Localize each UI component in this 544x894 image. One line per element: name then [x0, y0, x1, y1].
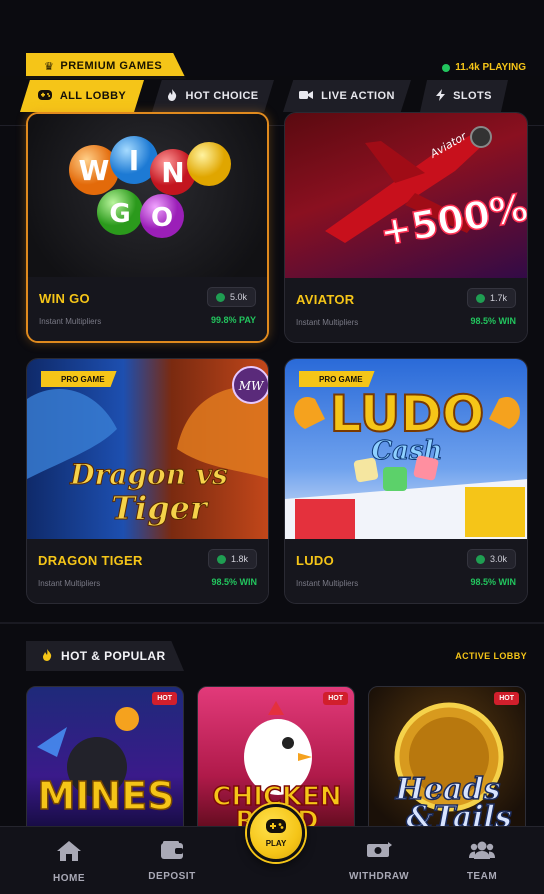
aviator-art: Aviator +500% — [285, 113, 527, 291]
tab-label: SLOTS — [453, 90, 492, 102]
svg-text:Dragon vs: Dragon vs — [69, 458, 228, 491]
card-info: WIN GO 5.0k Instant Multipliers 99.8% PA… — [28, 277, 267, 341]
section-divider — [0, 622, 544, 624]
nav-label: WITHDRAW — [348, 871, 410, 882]
gamepad-icon — [266, 818, 286, 838]
tab-label: HOT CHOICE — [185, 90, 259, 102]
tab-slots[interactable]: SLOTS — [420, 80, 508, 112]
player-count: 1.8k — [207, 549, 257, 569]
svg-text:LUDO: LUDO — [330, 385, 485, 443]
flame-icon — [42, 648, 52, 664]
game-subtitle: Instant Multipliers — [39, 317, 102, 326]
dragon-tiger-art: MW Dragon vs Tiger PRO GAME — [27, 359, 268, 541]
nav-withdraw[interactable]: WITHDRAW — [334, 841, 424, 882]
hot-badge: HOT — [323, 692, 348, 705]
bolt-icon — [436, 88, 446, 104]
mines-art: MINES — [37, 707, 175, 819]
nav-deposit[interactable]: DEPOSIT — [127, 841, 217, 882]
game-name: WIN GO — [39, 291, 90, 306]
game-card-ludo[interactable]: LUDO Cash PRO GAME LUDO 3.0k Instant Mul… — [284, 358, 528, 604]
play-button[interactable]: PLAY — [247, 804, 305, 862]
home-icon — [57, 841, 81, 866]
pro-game-badge: PRO GAME — [299, 371, 375, 387]
game-card-aviator[interactable]: Aviator +500% AVIATOR 1.7k Instant Multi… — [284, 112, 528, 343]
game-subtitle: Instant Multipliers — [296, 318, 359, 327]
win-rate: 98.5% WIN — [211, 577, 257, 587]
nav-team[interactable]: TEAM — [437, 841, 527, 882]
nav-label: HOME — [53, 873, 85, 884]
svg-text:MINES: MINES — [37, 774, 174, 818]
tab-live-action[interactable]: LIVE ACTION — [283, 80, 411, 112]
win-rate: 98.5% WIN — [470, 577, 516, 587]
card-info: LUDO 3.0k Instant Multipliers 98.5% WIN — [285, 539, 527, 603]
section-title: HOT & POPULAR — [61, 649, 166, 663]
win-go-art: W I N G O — [28, 114, 267, 290]
tab-all-lobby[interactable]: ALL LOBBY — [20, 80, 144, 112]
card-info: DRAGON TIGER 1.8k Instant Multipliers 98… — [27, 539, 268, 603]
hot-popular-header: HOT & POPULAR — [26, 641, 184, 671]
svg-text:I: I — [129, 144, 139, 177]
flame-icon — [167, 88, 177, 104]
tab-hot-choice[interactable]: HOT CHOICE — [152, 80, 274, 112]
tab-label: ALL LOBBY — [59, 90, 127, 102]
game-subtitle: Instant Multipliers — [38, 579, 101, 588]
play-label: PLAY — [265, 838, 287, 848]
win-rate: 99.8% PAY — [210, 315, 256, 325]
game-name: AVIATOR — [296, 292, 355, 307]
win-rate: 98.5% WIN — [470, 316, 516, 326]
hot-badge: HOT — [152, 692, 177, 705]
online-dot-icon — [475, 554, 485, 564]
player-count: 1.7k — [466, 288, 516, 308]
nav-label: DEPOSIT — [148, 871, 196, 882]
online-dot-icon — [442, 63, 451, 72]
player-count-text: 5.0k — [229, 292, 247, 302]
game-card-dragon-tiger[interactable]: MW Dragon vs Tiger PRO GAME DRAGON TIGER… — [26, 358, 269, 604]
online-dot-icon — [475, 293, 485, 303]
pro-game-badge: PRO GAME — [41, 371, 117, 387]
cash-exchange-icon — [366, 841, 392, 864]
card-info: AVIATOR 1.7k Instant Multipliers 98.5% W… — [285, 278, 527, 342]
nav-label: TEAM — [466, 871, 498, 882]
svg-text:Tiger: Tiger — [111, 489, 209, 527]
team-icon — [469, 841, 495, 864]
svg-text:MW: MW — [238, 379, 265, 393]
hot-card-heads-tails[interactable]: Heads &Tails HOT — [368, 686, 526, 836]
svg-text:O: O — [151, 203, 173, 233]
aviator-plane-art: Aviator +500% — [325, 126, 527, 255]
online-dot-icon — [215, 292, 225, 302]
tab-label: LIVE ACTION — [321, 90, 395, 102]
app-page: ♛ PREMIUM GAMES 11.4k PLAYING ALL LOBBY … — [0, 0, 544, 894]
active-lobby-link[interactable]: ACTIVE LOBBY — [455, 651, 527, 661]
online-dot-icon — [216, 554, 226, 564]
player-count-text: 1.7k — [489, 293, 507, 303]
heads-tails-art: Heads &Tails — [394, 702, 513, 835]
gamepad-icon — [37, 89, 52, 103]
game-name: LUDO — [296, 553, 335, 568]
crown-icon: ♛ — [44, 60, 55, 73]
game-subtitle: Instant Multipliers — [296, 579, 359, 588]
playing-count-text: 11.4k PLAYING — [455, 62, 526, 73]
player-count-text: 1.8k — [230, 554, 248, 564]
nav-home[interactable]: HOME — [24, 841, 114, 884]
game-name: DRAGON TIGER — [38, 553, 143, 568]
ludo-art: LUDO Cash PRO GAME — [285, 359, 527, 541]
win-go-balls-art: W I N G O — [69, 136, 231, 238]
svg-text:N: N — [161, 156, 184, 189]
hot-badge: HOT — [494, 692, 519, 705]
premium-title: PREMIUM GAMES — [60, 60, 163, 72]
playing-count: 11.4k PLAYING — [442, 62, 526, 73]
svg-text:W: W — [79, 154, 110, 187]
svg-text:G: G — [109, 199, 130, 229]
player-count: 3.0k — [466, 549, 516, 569]
wallet-icon — [161, 841, 183, 864]
game-card-win-go[interactable]: W I N G O WIN GO 5.0k Instant Multiplier… — [26, 112, 269, 343]
video-icon — [299, 89, 314, 103]
hot-card-mines[interactable]: MINES HOT — [26, 686, 184, 836]
player-count: 5.0k — [206, 287, 256, 307]
player-count-text: 3.0k — [489, 554, 507, 564]
